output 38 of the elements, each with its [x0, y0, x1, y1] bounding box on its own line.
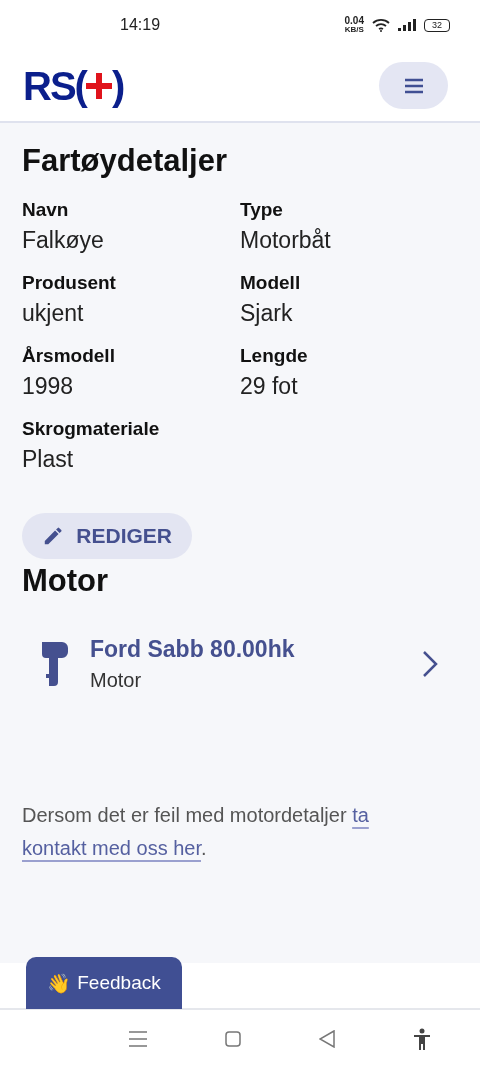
contact-link[interactable]: ta — [352, 804, 369, 826]
signal-icon — [398, 19, 416, 31]
field-label: Skrogmateriale — [22, 418, 161, 440]
field-value: 29 fot — [240, 373, 299, 400]
field-label: Navn — [22, 199, 70, 221]
field-label: Årsmodell — [22, 345, 116, 367]
accessibility-icon[interactable] — [413, 1027, 431, 1050]
motor-name: Ford Sabb 80.00hk — [90, 636, 296, 663]
field-value: Sjark — [240, 300, 294, 327]
chevron-right-icon — [422, 650, 438, 678]
feedback-button[interactable]: 👋 Feedback — [26, 957, 182, 1009]
motor-item[interactable]: Ford Sabb 80.00hk Motor — [22, 629, 458, 699]
field-label: Produsent — [22, 272, 117, 294]
field-label: Type — [240, 199, 284, 221]
back-triangle-icon[interactable] — [319, 1029, 335, 1048]
field-label: Modell — [240, 272, 302, 294]
menu-button[interactable] — [379, 62, 448, 109]
field-value: ukjent — [22, 300, 85, 327]
page-title: Fartøydetaljer — [22, 143, 228, 179]
menu-icon — [403, 77, 424, 94]
edit-button[interactable]: REDIGER — [22, 513, 192, 559]
contact-link[interactable]: kontakt med oss her — [22, 837, 201, 859]
logo: RS( ) — [23, 65, 124, 106]
home-square-icon[interactable] — [225, 1030, 241, 1047]
status-time: 14:19 — [120, 16, 161, 34]
battery-indicator: 32 — [424, 18, 450, 32]
motor-subtitle: Motor — [90, 669, 143, 692]
outboard-motor-icon — [40, 640, 70, 688]
menu-icon[interactable] — [129, 1030, 147, 1047]
field-value: Motorbåt — [240, 227, 332, 254]
network-speed: 0.04 KB/S — [344, 16, 364, 34]
wifi-icon — [372, 18, 390, 32]
field-value: Plast — [22, 446, 75, 473]
field-value: 1998 — [22, 373, 75, 400]
field-label: Lengde — [240, 345, 309, 367]
contact-note: Dersom det er feil med motordetaljer ta kontakt med oss her. — [22, 803, 370, 861]
section-heading: Motor — [22, 563, 110, 599]
field-value: Falkøye — [22, 227, 105, 254]
